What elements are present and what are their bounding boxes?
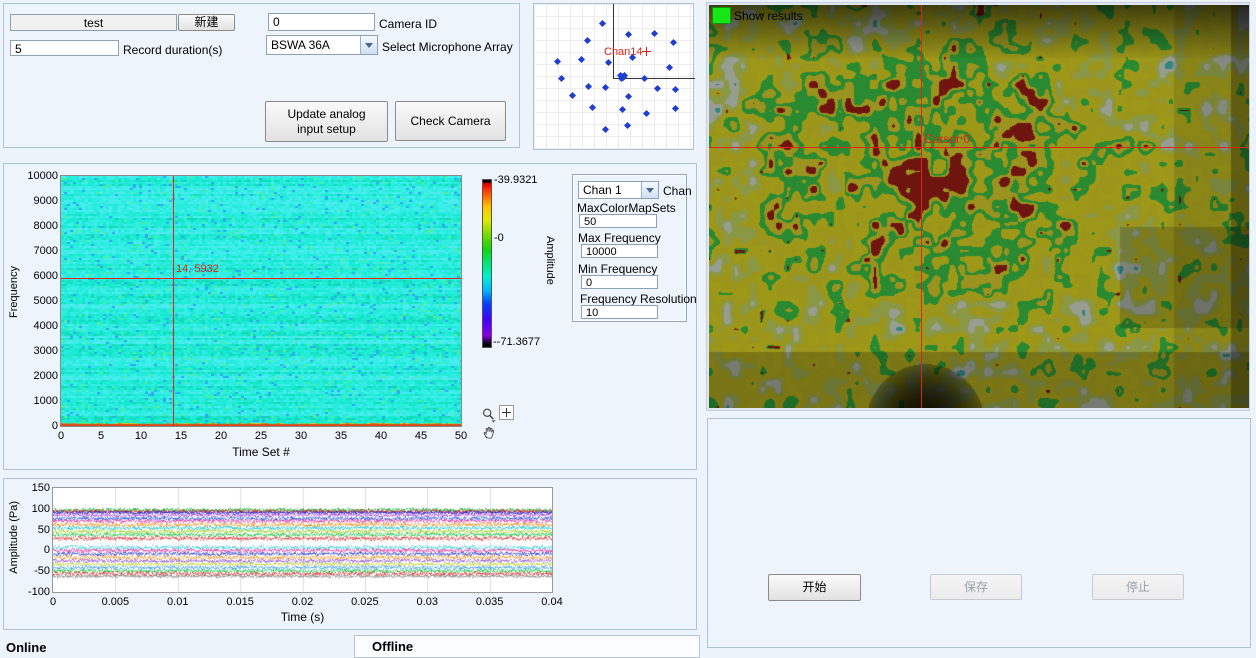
frequency-resolution-label: Frequency Resolution [580,292,697,306]
start-button[interactable]: 开始 [768,574,861,601]
min-frequency-field[interactable]: 0 [581,275,658,289]
mic-plot-y-axis [613,4,614,78]
chevron-down-icon[interactable] [360,36,377,54]
colorbar-axis-label: Amplitude [544,236,556,285]
session-name-box[interactable]: test [10,14,177,31]
max-colormap-field[interactable]: 50 [579,214,657,228]
mic-position-dot [584,37,591,44]
max-colormap-label: MaxColorMapSets [577,201,676,215]
mic-position-dot [569,92,576,99]
mic-position-dot [643,110,650,117]
waveform-x-axis-label: Time (s) [53,610,552,624]
colorbar-zero-label: -0 [494,232,504,244]
mic-position-dot [672,86,679,93]
mic-position-dot [602,84,609,91]
spectrogram-canvas[interactable] [61,176,461,426]
camera-id-label: Camera ID [379,17,437,31]
spectrogram-x-axis-label: Time Set # [61,445,461,459]
chan14-cursor[interactable] [642,47,651,56]
image-cursor-hline[interactable] [709,147,1249,148]
mic-position-dot [670,39,677,46]
spectrogram-x-ticks: 05101520253035404550 [61,430,461,442]
mic-position-dot [585,83,592,90]
mic-position-dot [625,93,632,100]
channel-select[interactable]: Chan 1 [578,181,659,199]
new-button[interactable]: 新建 [178,14,235,31]
mic-position-dot [558,75,565,82]
mic-position-dot [602,126,609,133]
mic-position-dot [619,106,626,113]
mic-position-dot [654,85,661,92]
amplitude-colorbar [482,179,492,348]
acoustic-image-canvas[interactable] [709,5,1249,408]
mic-array-select[interactable]: BSWA 36A [266,35,378,55]
waveform-canvas[interactable] [53,488,552,592]
display-controls-group: Chan 1 Chan MaxColorMapSets 50 Max Frequ… [572,174,687,322]
mic-array-plot[interactable]: Chan14 [533,3,694,150]
mic-position-dot [651,30,658,37]
colorbar-max-label: -39.9321 [494,174,537,186]
record-duration-field[interactable]: 5 [10,40,119,56]
update-analog-input-button[interactable]: Update analog input setup [265,101,388,142]
chan14-cursor-label: Chan14 [604,46,643,58]
spectrogram-cursor-hline[interactable] [61,278,461,279]
mic-position-dot [672,105,679,112]
stop-button[interactable]: 停止 [1092,574,1184,600]
check-camera-button[interactable]: Check Camera [395,101,506,141]
waveform-y-ticks: 150100500-50-100 [12,488,50,592]
result-image-view[interactable]: Cursor 0 Show results [709,5,1249,408]
setup-panel: test 新建 5 Record duration(s) 0 Camera ID… [3,3,520,148]
chevron-down-icon[interactable] [641,182,658,198]
offline-status-box: Offline [354,635,700,658]
spectrogram-y-axis-label: Frequency [8,266,20,318]
image-cursor-vline[interactable] [921,5,922,408]
mic-position-dot [599,20,606,27]
actions-panel: 开始 保存 停止 [707,418,1251,648]
record-duration-label: Record duration(s) [123,43,222,57]
acoustic-camera-app: test 新建 5 Record duration(s) 0 Camera ID… [0,0,1256,658]
mic-position-dot [625,30,632,37]
frequency-resolution-field[interactable]: 10 [581,305,658,319]
mic-position-dot [554,58,561,65]
mic-position-dot [624,122,631,129]
image-cursor-label: Cursor 0 [924,132,970,146]
spectrogram-cursor-readout: 14, 5932 [176,263,219,275]
channel-select-label: Chan [663,184,692,198]
mic-position-dot [605,59,612,66]
colorbar-min-label: --71.3677 [493,336,540,348]
mic-position-dot [666,64,673,71]
result-image-panel: Cursor 0 Show results [706,2,1250,411]
waveform-x-ticks: 00.0050.010.0150.020.0250.030.0350.04 [53,596,552,608]
mic-array-value: BSWA 36A [267,37,360,53]
mic-position-dot [641,75,648,82]
spectrogram-cursor-vline[interactable] [173,176,174,426]
spectrogram-y-ticks: 1000090008000700060005000400030002000100… [20,176,58,426]
min-frequency-label: Min Frequency [578,262,657,276]
mic-position-dot [578,56,585,63]
spectrogram-panel: Frequency 100009000800070006000500040003… [3,163,697,470]
mic-position-dot [629,54,636,61]
offline-status-label: Offline [372,639,413,654]
online-status-label: Online [6,640,46,655]
max-frequency-field[interactable]: 10000 [581,244,658,258]
zoom-tool-icon[interactable] [481,407,497,426]
show-results-label: Show results [734,9,803,23]
cursor-tool-icon[interactable] [499,405,514,423]
show-results-indicator[interactable] [712,7,731,24]
mic-position-dot [588,104,595,111]
waveform-panel: Amplitude (Pa) 150100500-50-100 00.0050.… [3,478,697,630]
mic-array-label: Select Microphone Array [382,40,513,54]
camera-id-field[interactable]: 0 [268,13,375,31]
channel-select-value: Chan 1 [579,182,641,198]
max-frequency-label: Max Frequency [578,231,661,245]
save-button[interactable]: 保存 [930,574,1022,600]
pan-hand-tool-icon[interactable] [482,425,497,443]
